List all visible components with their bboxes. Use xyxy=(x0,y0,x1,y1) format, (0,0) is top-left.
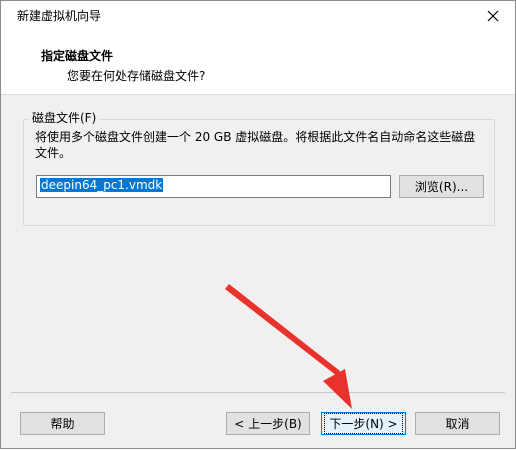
wizard-window: 新建虚拟机向导 指定磁盘文件 您要在何处存储磁盘文件? 磁盘文件(F) 将使用多… xyxy=(0,0,516,449)
title-bar: 新建虚拟机向导 xyxy=(1,1,515,31)
disk-file-group-label: 磁盘文件(F) xyxy=(29,110,100,126)
next-button[interactable]: 下一步(N) > xyxy=(321,412,406,435)
page-subtitle: 您要在何处存储磁盘文件? xyxy=(67,69,206,83)
back-button[interactable]: < 上一步(B) xyxy=(226,412,310,435)
disk-file-input-value: deepin64_pc1.vmdk xyxy=(40,178,164,192)
window-title: 新建虚拟机向导 xyxy=(17,9,102,23)
disk-file-input[interactable]: deepin64_pc1.vmdk xyxy=(36,175,391,198)
help-button[interactable]: 帮助 xyxy=(20,412,105,435)
browse-button[interactable]: 浏览(R)... xyxy=(399,175,484,198)
footer-divider xyxy=(11,392,505,393)
wizard-header: 指定磁盘文件 您要在何处存储磁盘文件? xyxy=(1,31,515,94)
disk-file-description: 将使用多个磁盘文件创建一个 20 GB 虚拟磁盘。将根据此文件名自动命名这些磁盘… xyxy=(35,130,476,160)
close-button[interactable] xyxy=(471,1,515,31)
next-button-label: 下一步(N) > xyxy=(324,413,403,434)
cancel-button[interactable]: 取消 xyxy=(415,412,500,435)
wizard-body: 磁盘文件(F) 将使用多个磁盘文件创建一个 20 GB 虚拟磁盘。将根据此文件名… xyxy=(1,95,515,448)
page-title: 指定磁盘文件 xyxy=(41,49,114,63)
close-icon xyxy=(487,10,499,22)
